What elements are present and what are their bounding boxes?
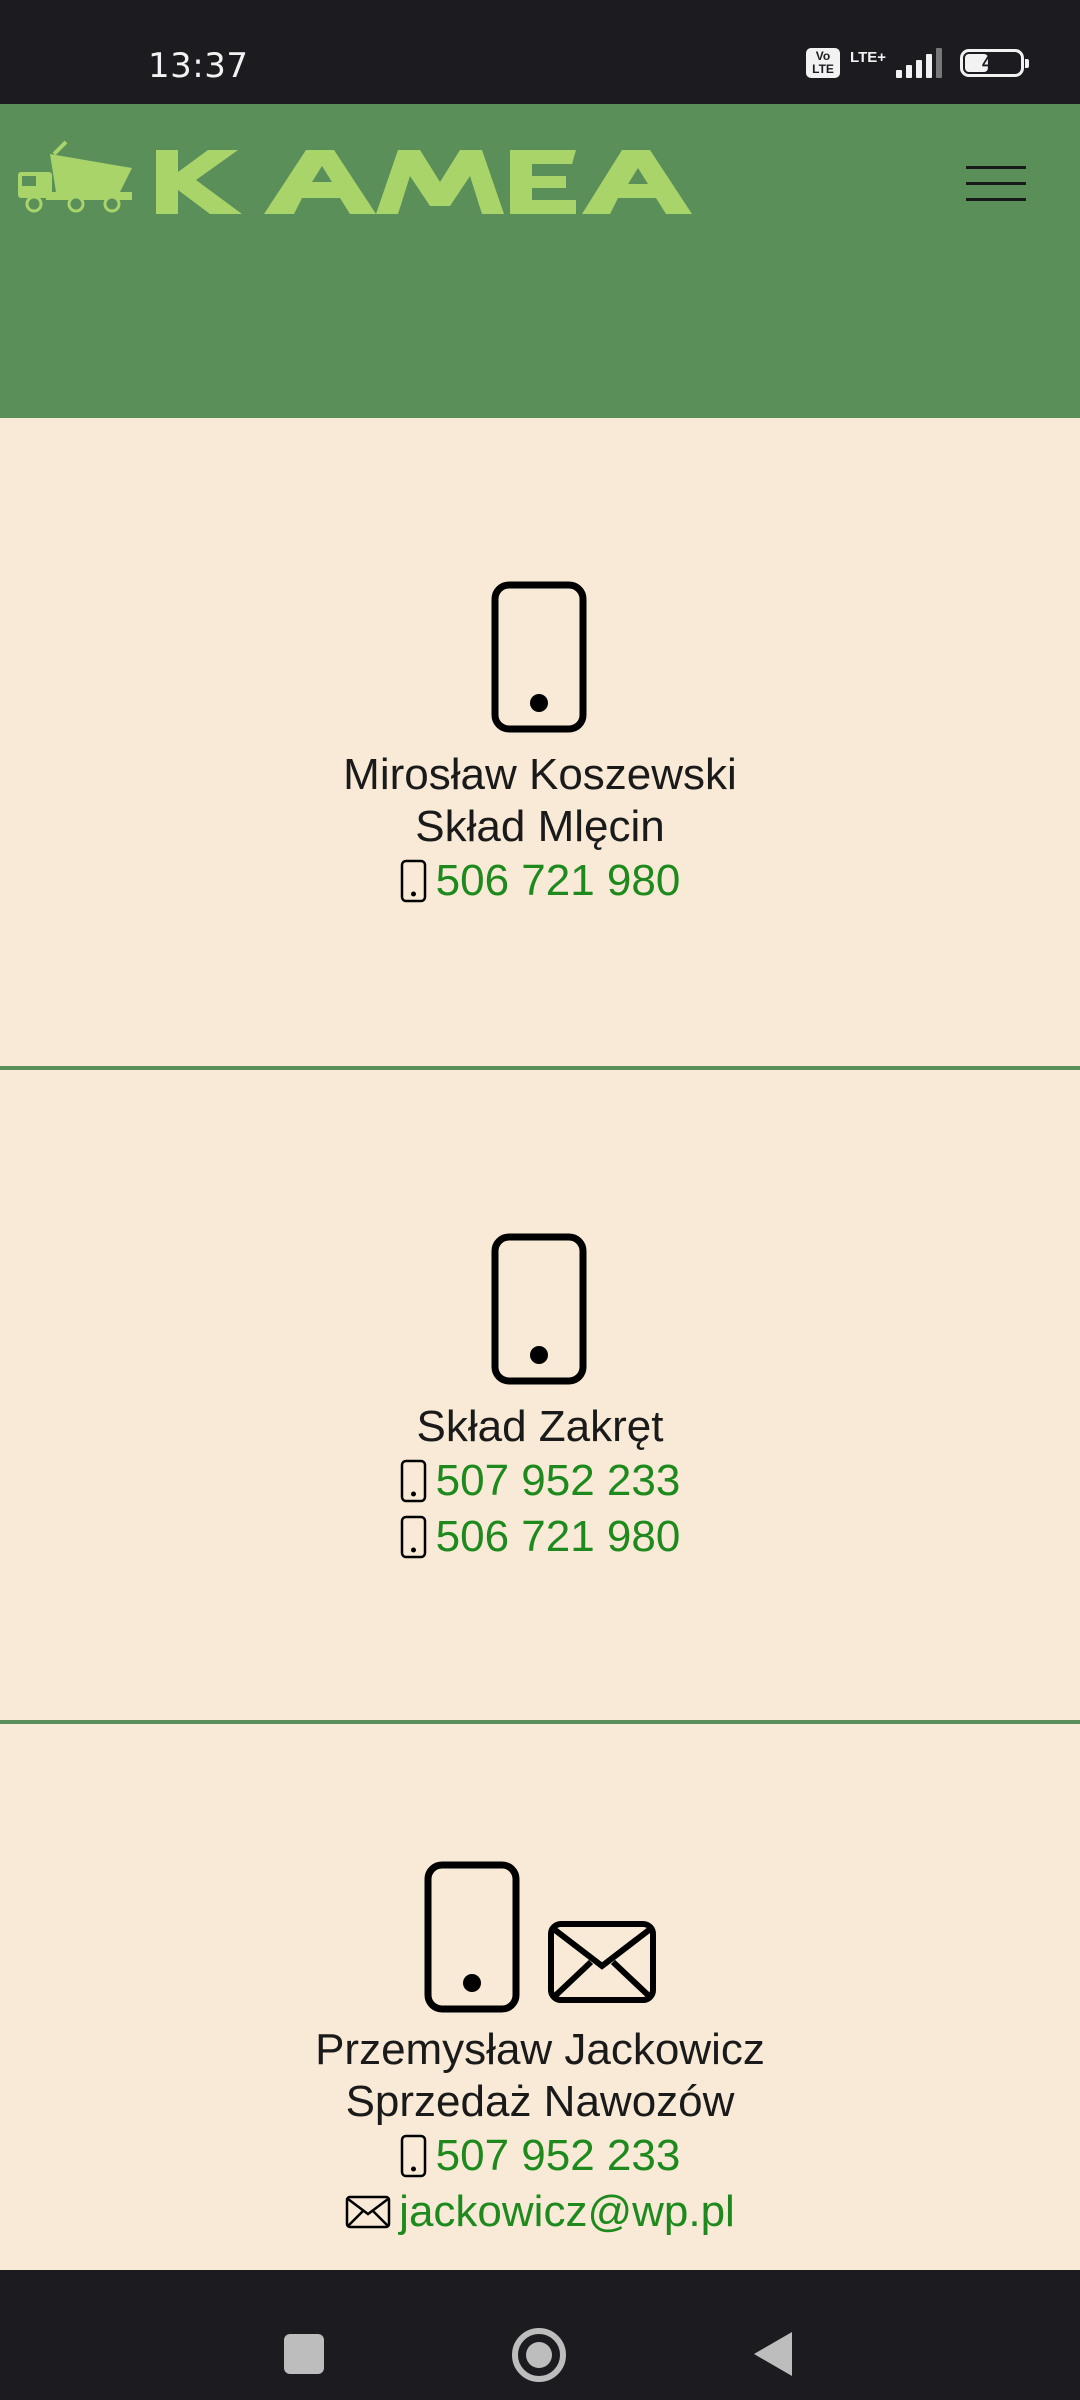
home-circle-icon[interactable] xyxy=(512,2328,566,2382)
contact-department: Skład Mlęcin xyxy=(415,802,665,851)
battery-icon: 41 xyxy=(960,49,1029,77)
phone-link[interactable]: 506 721 980 xyxy=(436,856,681,906)
contact-card-sklad-zakret: Skład Zakręt 507 952 233 506 721 980 xyxy=(0,1232,1080,1565)
contact-card-koszewski: Mirosław Koszewski Skład Mlęcin 506 721 … xyxy=(0,580,1080,909)
kamea-logo[interactable] xyxy=(16,136,696,216)
site-header xyxy=(0,104,1080,418)
recents-square-icon[interactable] xyxy=(284,2334,324,2374)
hamburger-menu-icon[interactable] xyxy=(960,160,1030,206)
system-nav-bar xyxy=(0,2270,1080,2400)
phone-small-icon xyxy=(400,1515,426,1559)
contact-name: Mirosław Koszewski xyxy=(343,750,737,799)
contact-department: Sprzedaż Nawozów xyxy=(345,2077,735,2126)
phone-icon xyxy=(491,581,587,733)
phone-small-icon xyxy=(400,859,426,903)
dump-truck-icon xyxy=(18,140,132,213)
volte-icon: Vo LTE xyxy=(806,48,841,78)
email-link[interactable]: jackowicz@wp.pl xyxy=(399,2187,735,2237)
phone-icon xyxy=(491,1233,587,1385)
signal-strength-icon xyxy=(896,48,942,78)
battery-level: 41 xyxy=(981,52,1003,73)
phone-link[interactable]: 506 721 980 xyxy=(436,1512,681,1562)
status-bar: 13:37 Vo LTE LTE+ 41 xyxy=(0,0,1080,104)
status-time: 13:37 xyxy=(148,46,249,86)
phone-small-icon xyxy=(400,2134,426,2178)
phone-link[interactable]: 507 952 233 xyxy=(436,1456,681,1506)
envelope-icon xyxy=(548,1921,656,2003)
envelope-small-icon xyxy=(345,2195,391,2229)
phone-row: 507 952 233 xyxy=(0,1453,1080,1509)
network-type-label: LTE+ xyxy=(850,48,886,66)
phone-row: 506 721 980 xyxy=(0,853,1080,909)
kamea-wordmark xyxy=(156,150,692,214)
contact-department: Skład Zakręt xyxy=(416,1402,664,1451)
phone-small-icon xyxy=(400,1459,426,1503)
phone-row: 507 952 233 xyxy=(0,2128,1080,2184)
section-divider xyxy=(0,1066,1080,1070)
back-triangle-icon[interactable] xyxy=(754,2332,792,2376)
phone-row: 506 721 980 xyxy=(0,1509,1080,1565)
contact-name: Przemysław Jackowicz xyxy=(315,2025,765,2074)
contact-card-jackowicz: Przemysław Jackowicz Sprzedaż Nawozów 50… xyxy=(0,1860,1080,2240)
phone-link[interactable]: 507 952 233 xyxy=(436,2131,681,2181)
section-divider xyxy=(0,1720,1080,1724)
email-row: jackowicz@wp.pl xyxy=(0,2184,1080,2240)
phone-icon xyxy=(424,1861,520,2013)
status-indicators: Vo LTE LTE+ 41 xyxy=(806,48,1029,78)
